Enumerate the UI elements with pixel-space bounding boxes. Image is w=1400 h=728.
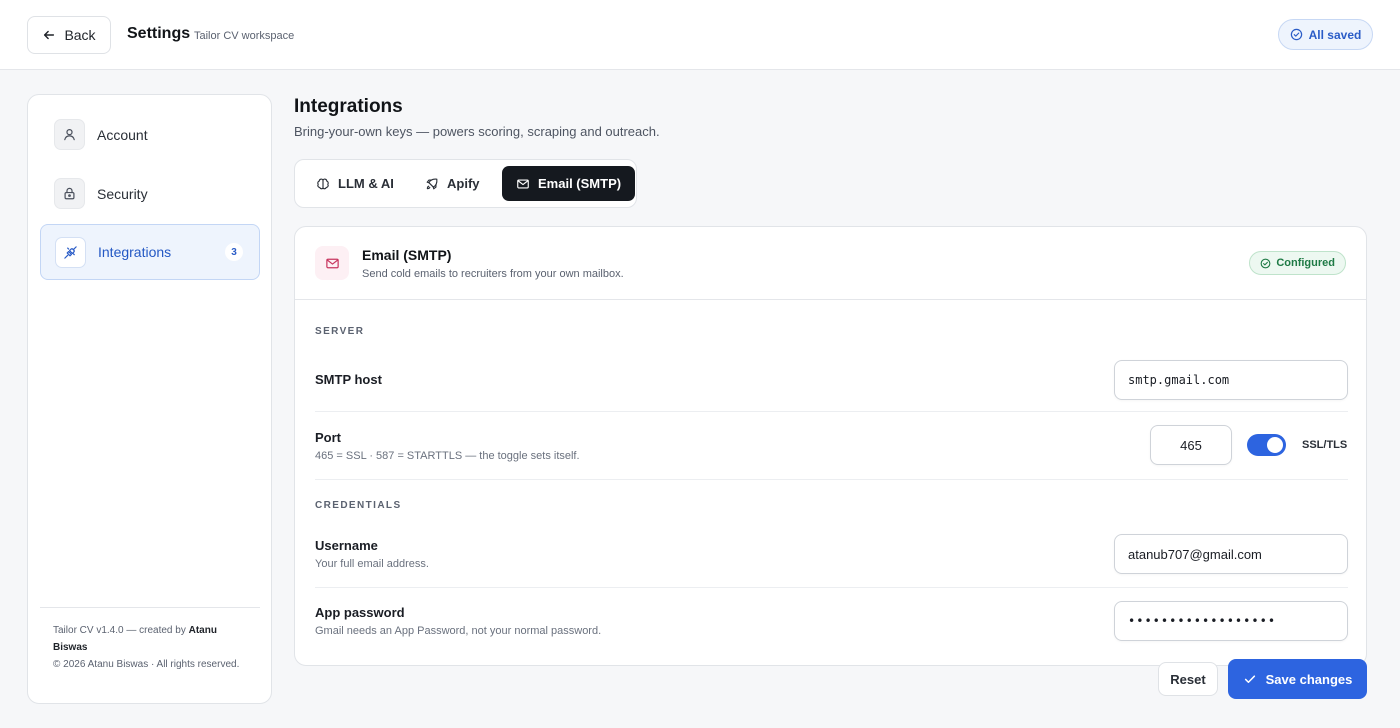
section-description: Bring-your-own keys — powers scoring, sc… [294,124,660,139]
sidebar-item-label: Integrations [98,244,172,260]
ssl-tls-toggle[interactable] [1247,434,1286,456]
section-title: Integrations [294,96,403,117]
port-row: Port 465 = SSL · 587 = STARTTLS — the to… [315,412,1348,480]
tab-label: LLM & AI [338,176,394,191]
tab-label: Apify [447,176,480,191]
plug-icon [55,237,86,268]
sidebar-footer: Tailor CV v1.4.0 — created by Atanu Bisw… [40,607,260,673]
footer-credit: Tailor CV v1.4.0 — created by [53,625,189,636]
mail-icon [315,246,349,280]
card-header: Email (SMTP) Send cold emails to recruit… [295,227,1366,300]
integration-tabs: LLM & AI Apify Email (SMTP) [294,159,637,208]
server-group-label: SERVER [315,326,365,337]
sidebar: Account Security Integrations 3 Tailor C… [27,94,272,704]
port-label: Port [315,430,341,445]
port-help-text: 465 = SSL · 587 = STARTTLS — the toggle … [315,450,580,462]
integrations-count-badge: 3 [225,243,243,261]
sidebar-item-security[interactable]: Security [40,166,260,222]
check-circle-icon [1290,28,1302,41]
back-button[interactable]: Back [27,16,111,54]
save-status-badge: All saved [1278,19,1373,50]
save-status-label: All saved [1308,27,1362,42]
app-password-input[interactable]: •••••••••••••••••• [1114,601,1348,641]
sidebar-item-integrations[interactable]: Integrations 3 [40,224,260,280]
mail-icon [517,178,529,189]
sidebar-item-label: Account [97,127,148,143]
app-password-help-text: Gmail needs an App Password, not your no… [315,625,602,637]
configured-badge: Configured [1249,251,1346,275]
smtp-host-row: SMTP host smtp.gmail.com [315,355,1348,412]
page-subtitle: Tailor CV workspace [194,30,295,42]
smtp-settings-card: Email (SMTP) Send cold emails to recruit… [294,226,1367,666]
tab-email-smtp[interactable]: Email (SMTP) [502,166,636,201]
port-input[interactable]: 465 [1150,425,1232,465]
check-circle-icon [1260,258,1271,268]
back-button-label: Back [64,27,96,43]
smtp-host-label: SMTP host [315,372,382,387]
configured-label: Configured [1276,257,1335,269]
sidebar-item-label: Security [97,186,148,202]
credentials-group-label: CREDENTIALS [315,500,402,511]
card-title: Email (SMTP) [362,247,452,263]
tab-llm-ai[interactable]: LLM & AI [302,166,408,201]
arrow-left-icon [44,30,55,40]
user-icon [54,119,85,150]
app-password-row: App password Gmail needs an App Password… [315,588,1348,658]
smtp-host-input[interactable]: smtp.gmail.com [1114,360,1348,400]
card-description: Send cold emails to recruiters from your… [362,268,624,280]
tab-label: Email (SMTP) [538,176,622,191]
lock-icon [54,178,85,209]
toggle-knob [1267,437,1283,453]
brain-icon [317,178,329,189]
footer-copyright: © 2026 Atanu Biswas · All rights reserve… [53,659,240,670]
page-title: Settings [127,25,191,42]
check-icon [1244,675,1255,683]
top-bar: Back Settings Tailor CV workspace All sa… [0,0,1400,70]
rocket-icon [426,178,438,189]
username-row: Username Your full email address. atanub… [315,527,1348,588]
app-password-label: App password [315,605,405,620]
save-changes-button[interactable]: Save changes [1228,659,1367,699]
save-changes-label: Save changes [1265,671,1353,687]
username-label: Username [315,538,378,553]
username-input[interactable]: atanub707@gmail.com [1114,534,1348,574]
sidebar-item-account[interactable]: Account [40,107,260,163]
tab-apify[interactable]: Apify [411,166,494,201]
reset-button[interactable]: Reset [1158,662,1218,696]
ssl-tls-label: SSL/TLS [1302,439,1348,451]
username-help-text: Your full email address. [315,558,429,570]
